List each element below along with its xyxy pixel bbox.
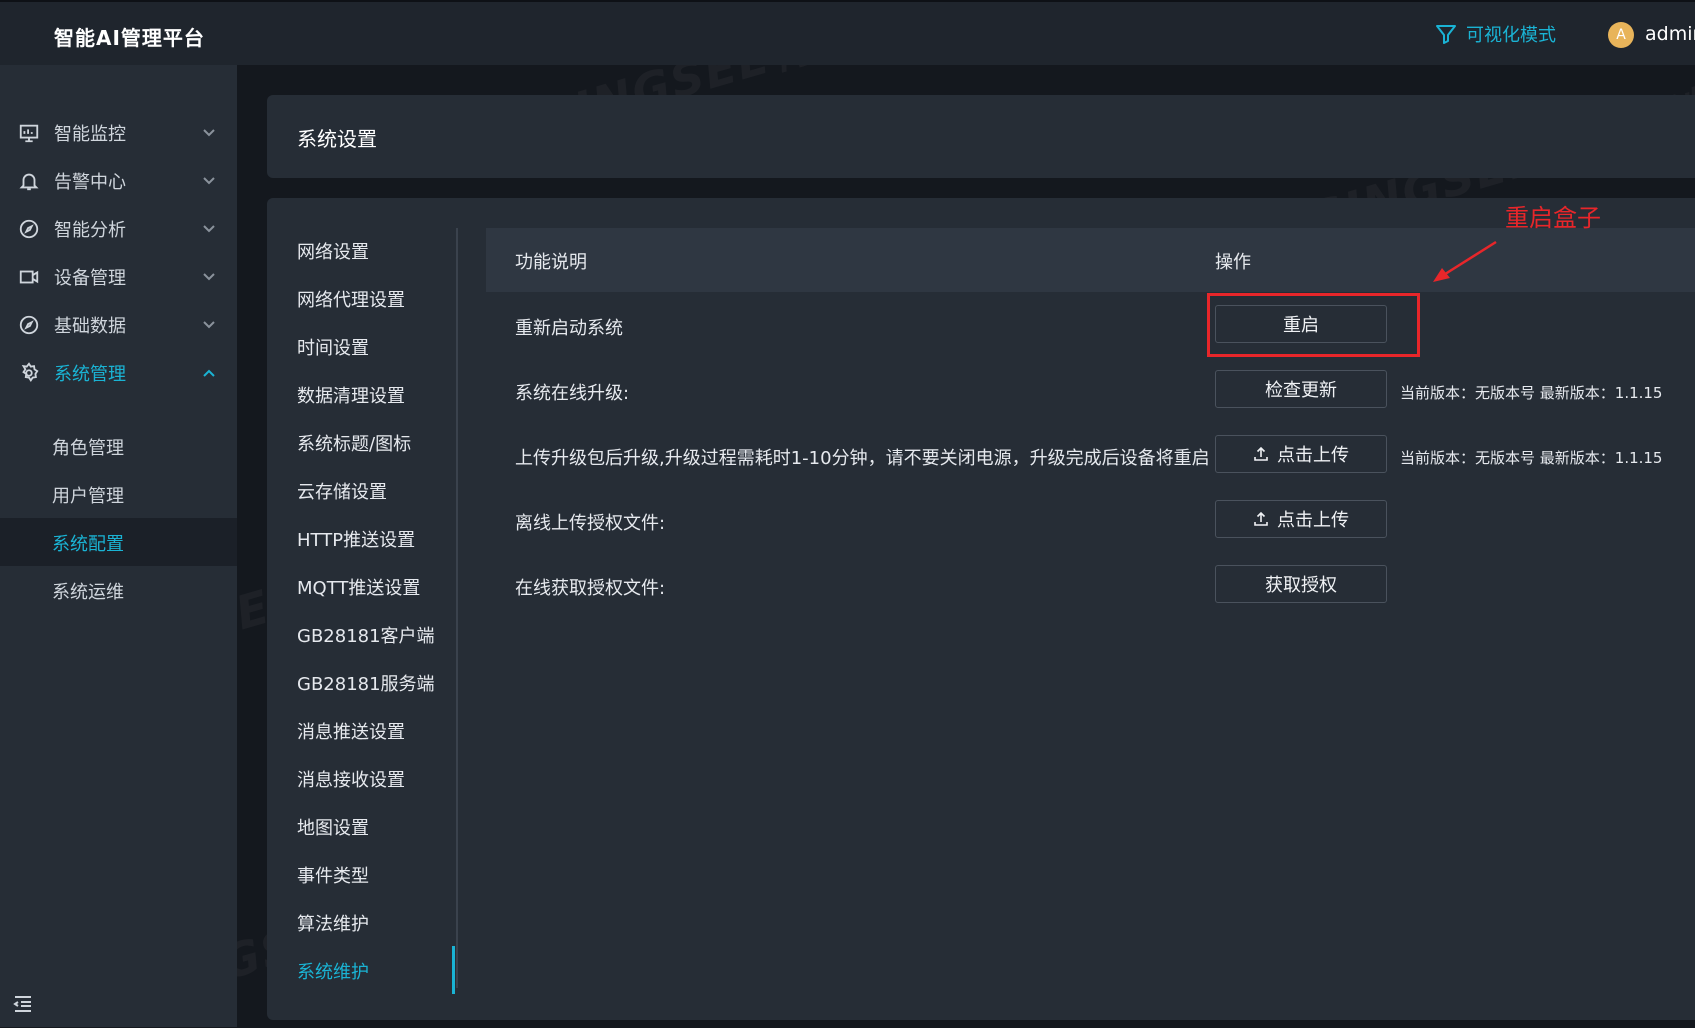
menu-collapse-icon[interactable] [12,993,34,1015]
row-description: 系统在线升级: [515,383,630,404]
top-bar: 智能AI管理平台 可视化模式 A admin [0,0,1695,65]
settings-item-event-types[interactable]: 事件类型 [297,862,369,888]
username[interactable]: admin [1645,23,1695,45]
sidebar-subitem-role-management[interactable]: 角色管理 [0,422,237,470]
column-header-action: 操作 [1215,252,1251,273]
chevron-down-icon [203,129,215,137]
sidebar-item-system-management[interactable]: 系统管理 [0,349,237,397]
bell-icon [18,170,40,192]
column-header-description: 功能说明 [515,252,587,273]
sidebar-item-label: 设备管理 [54,268,126,289]
row-description: 在线获取授权文件: [515,578,666,599]
button-label: 获取授权 [1265,575,1337,596]
chevron-up-icon [203,369,215,377]
chevron-down-icon [203,321,215,329]
chevron-down-icon [203,273,215,281]
chevron-down-icon [203,225,215,233]
sidebar-item-smart-analysis[interactable]: 智能分析 [0,205,237,253]
reboot-button[interactable]: 重启 [1215,305,1387,343]
get-license-button[interactable]: 获取授权 [1215,565,1387,603]
check-update-button[interactable]: 检查更新 [1215,370,1387,408]
settings-item-title-icon[interactable]: 系统标题/图标 [297,430,411,456]
visualization-mode-label: 可视化模式 [1466,25,1556,46]
settings-item-gb28181-server[interactable]: GB28181服务端 [297,670,435,696]
button-label: 点击上传 [1277,510,1349,531]
row-description: 离线上传授权文件: [515,513,666,534]
upload-icon [1254,446,1268,461]
settings-item-mqtt-push[interactable]: MQTT推送设置 [297,574,420,600]
row-description: 上传升级包后升级,升级过程需耗时1-10分钟，请不要关闭电源，升级完成后设备将重… [515,448,1210,469]
sidebar-item-label: 告警中心 [54,172,126,193]
settings-item-cloud-storage[interactable]: 云存储设置 [297,478,387,504]
page-header: 系统设置 [267,95,1695,178]
avatar[interactable]: A [1608,22,1634,48]
camera-icon [18,266,40,288]
sidebar-subitem-user-management[interactable]: 用户管理 [0,470,237,518]
monitor-icon [18,122,40,144]
settings-item-gb28181-client[interactable]: GB28181客户端 [297,622,435,648]
visualization-mode-link[interactable]: 可视化模式 [1434,21,1556,47]
app-title: 智能AI管理平台 [54,26,205,50]
sidebar-subitem-label: 用户管理 [52,486,124,507]
settings-panel: 网络设置 网络代理设置 时间设置 数据清理设置 系统标题/图标 云存储设置 HT… [267,198,1695,1020]
sidebar-item-device-management[interactable]: 设备管理 [0,253,237,301]
active-indicator [452,946,455,994]
sidebar-item-smart-monitoring[interactable]: 智能监控 [0,109,237,157]
sidebar-subitem-label: 角色管理 [52,438,124,459]
button-label: 重启 [1283,315,1319,336]
settings-item-data-cleanup[interactable]: 数据清理设置 [297,382,405,408]
settings-item-system-maintenance[interactable]: 系统维护 [297,958,369,984]
settings-item-message-push[interactable]: 消息推送设置 [297,718,405,744]
sidebar-subitem-label: 系统运维 [52,582,124,603]
gear-icon [18,362,40,384]
sidebar-subitem-label: 系统配置 [52,534,124,555]
upload-license-button[interactable]: 点击上传 [1215,500,1387,538]
sidebar-item-label: 系统管理 [54,364,126,385]
button-label: 点击上传 [1277,445,1349,466]
sidebar: 智能监控 告警中心 智能分析 设备管理 基础数据 系统管理 角色管理 用户管理 … [0,65,237,1027]
sidebar-item-label: 基础数据 [54,316,126,337]
page-title: 系统设置 [297,127,377,151]
upload-icon [1254,511,1268,526]
upload-upgrade-button[interactable]: 点击上传 [1215,435,1387,473]
filter-icon [1436,25,1456,44]
annotation-arrow-icon [1433,240,1497,282]
settings-item-algorithm-maintenance[interactable]: 算法维护 [297,910,369,936]
sidebar-item-basic-data[interactable]: 基础数据 [0,301,237,349]
sidebar-item-label: 智能监控 [54,124,126,145]
settings-item-http-push[interactable]: HTTP推送设置 [297,526,415,552]
sidebar-subitem-system-ops[interactable]: 系统运维 [0,566,237,614]
settings-item-network-proxy[interactable]: 网络代理设置 [297,286,405,312]
table-header: 功能说明 操作 [486,228,1695,292]
settings-item-time[interactable]: 时间设置 [297,334,369,360]
sidebar-subitem-system-config[interactable]: 系统配置 [0,518,237,566]
settings-menu: 网络设置 网络代理设置 时间设置 数据清理设置 系统标题/图标 云存储设置 HT… [267,228,458,994]
version-info: 当前版本：无版本号 最新版本：1.1.15 [1400,449,1663,467]
settings-item-message-receive[interactable]: 消息接收设置 [297,766,405,792]
settings-item-network[interactable]: 网络设置 [297,238,369,264]
sidebar-item-label: 智能分析 [54,220,126,241]
version-info: 当前版本：无版本号 最新版本：1.1.15 [1400,384,1663,402]
annotation-label: 重启盒子 [1505,204,1601,232]
sidebar-item-alarm-center[interactable]: 告警中心 [0,157,237,205]
chevron-down-icon [203,177,215,185]
row-description: 重新启动系统 [515,318,623,339]
settings-item-map[interactable]: 地图设置 [297,814,369,840]
compass-icon [18,218,40,240]
compass-icon [18,314,40,336]
button-label: 检查更新 [1265,380,1337,401]
